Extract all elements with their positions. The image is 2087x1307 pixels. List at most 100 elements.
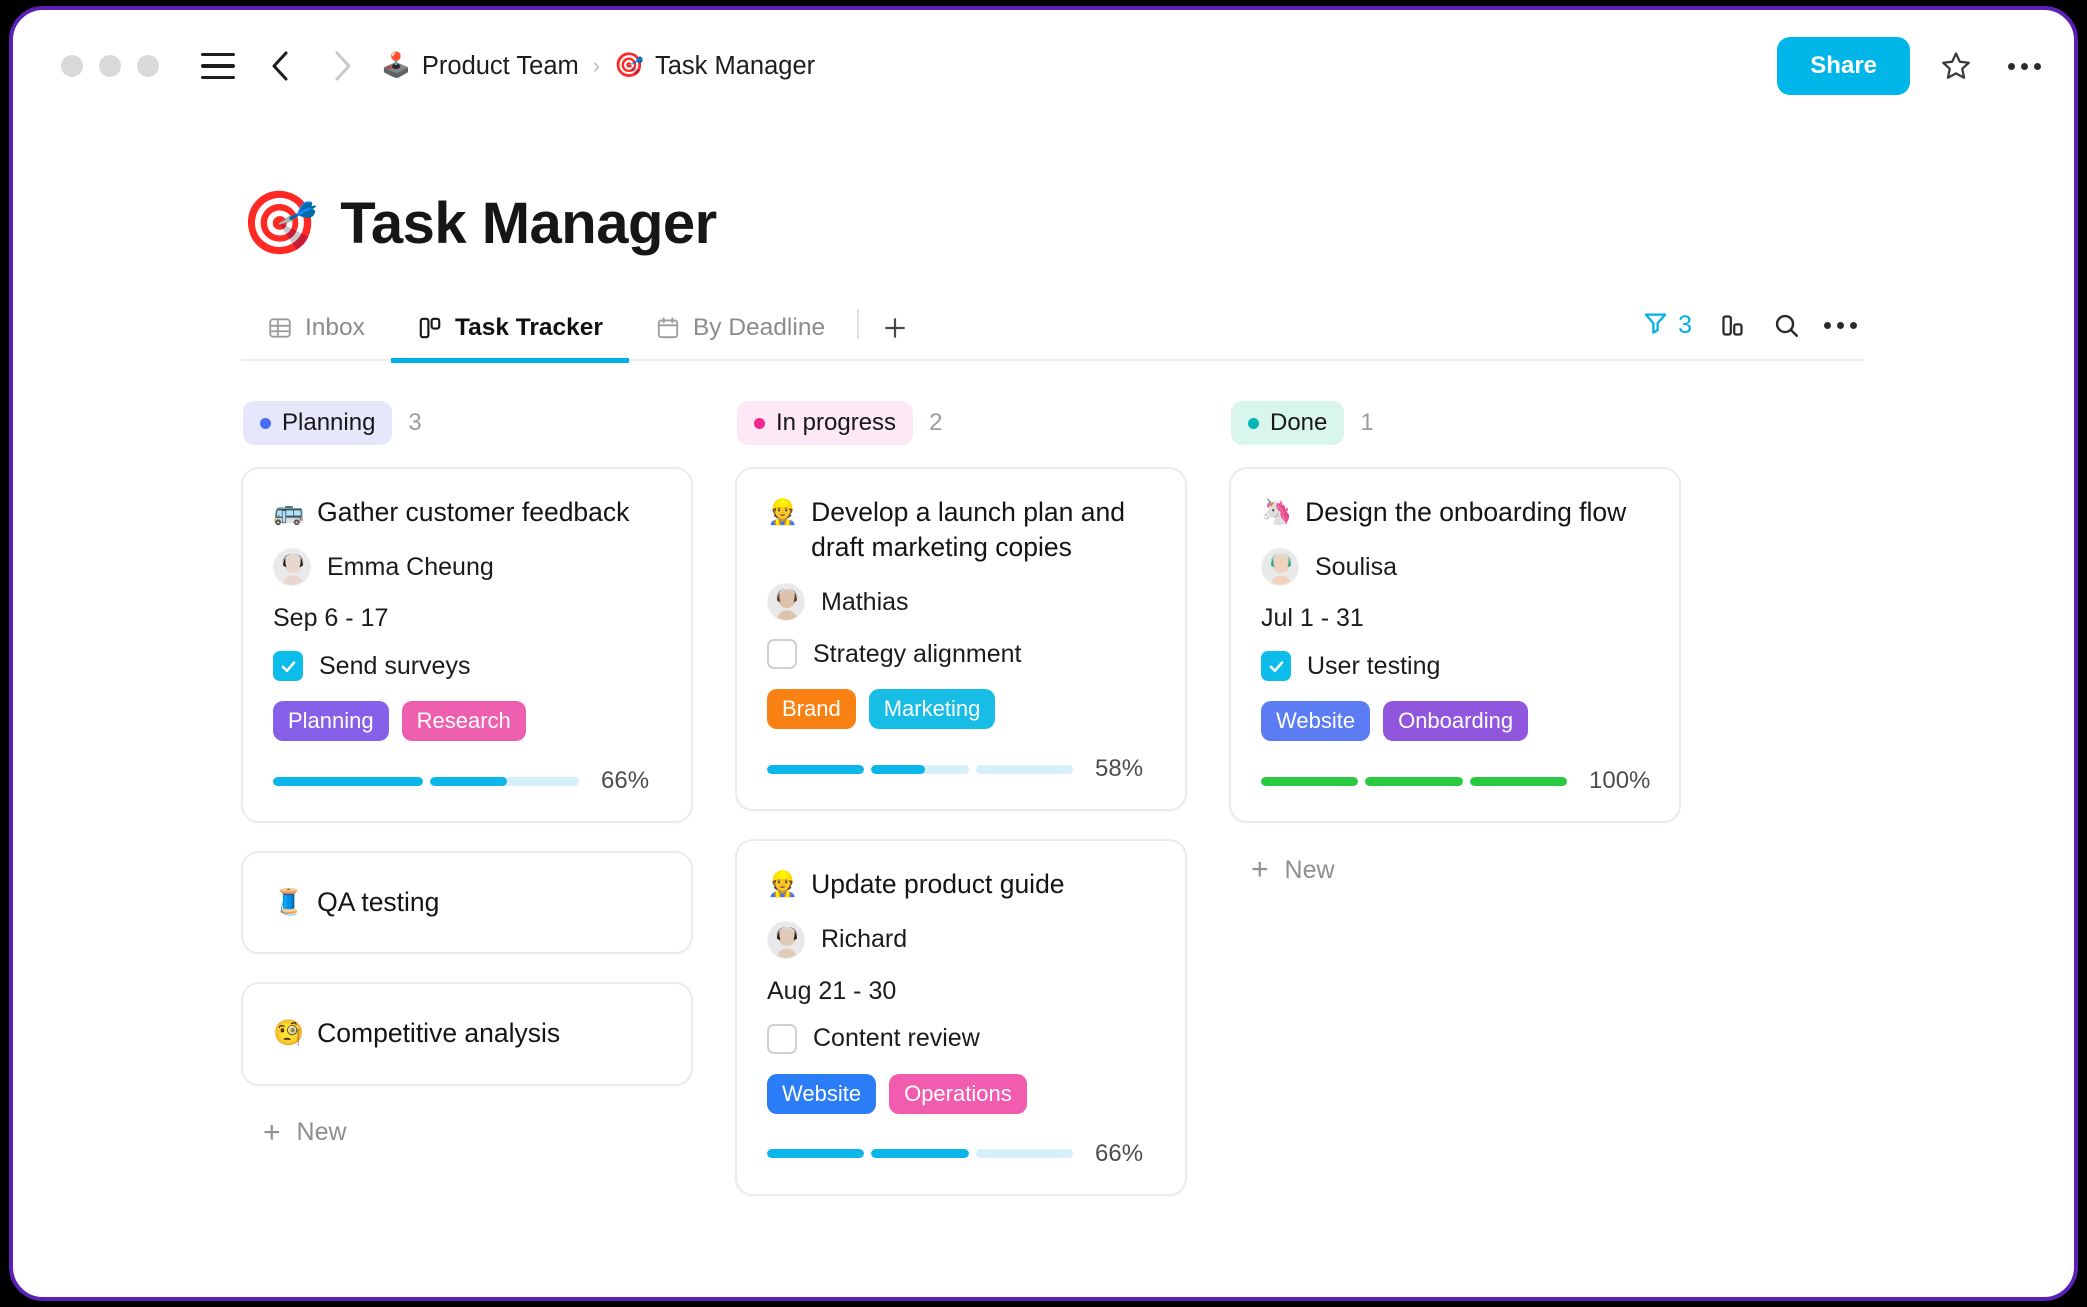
tab-task-tracker[interactable]: Task Tracker bbox=[390, 306, 629, 363]
task-subtask[interactable]: User testing bbox=[1261, 651, 1651, 682]
progress-bar bbox=[273, 776, 579, 786]
breadcrumb-item-task-manager[interactable]: 🎯 Task Manager bbox=[614, 52, 815, 81]
tab-divider bbox=[857, 309, 860, 339]
checkbox-checked-icon[interactable] bbox=[273, 651, 303, 682]
progress-segment bbox=[1469, 776, 1567, 786]
task-emoji-icon: 👷 bbox=[767, 498, 799, 526]
task-card[interactable]: 🧐 Competitive analysis bbox=[241, 982, 693, 1086]
calendar-icon bbox=[655, 315, 681, 341]
tag-operations[interactable]: Operations bbox=[889, 1073, 1027, 1114]
progress-segment bbox=[429, 776, 579, 786]
breadcrumb-separator: › bbox=[592, 53, 601, 78]
task-card[interactable]: 🚌 Gather customer feedback Emma Cheung Sep … bbox=[241, 467, 693, 824]
progress-segment bbox=[767, 764, 865, 774]
column-status-pill[interactable]: In progress bbox=[737, 401, 914, 445]
add-view-button[interactable] bbox=[865, 306, 925, 363]
task-subtask[interactable]: Strategy alignment bbox=[767, 639, 1157, 670]
column-title: In progress bbox=[776, 409, 897, 436]
kanban-column-done: Done 1 🦄 Design the onboarding flow Soulisa J… bbox=[1229, 401, 1681, 893]
tag-marketing[interactable]: Marketing bbox=[868, 689, 996, 730]
chevron-left-icon[interactable] bbox=[263, 49, 297, 83]
assignee-name: Richard bbox=[821, 925, 908, 954]
tab-label: Task Tracker bbox=[454, 313, 603, 341]
progress-bar bbox=[1261, 776, 1567, 786]
more-horizontal-icon[interactable] bbox=[1818, 303, 1862, 347]
checkbox-checked-icon[interactable] bbox=[1261, 651, 1291, 682]
tag-planning[interactable]: Planning bbox=[273, 701, 389, 742]
task-card-title: 🧐 Competitive analysis bbox=[273, 1016, 663, 1051]
task-subtask[interactable]: Send surveys bbox=[273, 651, 663, 682]
view-tab-bar: Inbox Task Tracker By Deadline 3 bbox=[241, 303, 1864, 363]
breadcrumb-item-product-team[interactable]: 🕹️ Product Team bbox=[381, 52, 579, 81]
tab-by-deadline[interactable]: By Deadline bbox=[629, 306, 851, 363]
tag-website[interactable]: Website bbox=[767, 1073, 877, 1114]
column-status-pill[interactable]: Done bbox=[1231, 401, 1345, 445]
target-icon: 🎯 bbox=[614, 52, 644, 79]
search-icon[interactable] bbox=[1764, 303, 1808, 347]
task-subtask[interactable]: Content review bbox=[767, 1023, 1157, 1054]
view-toolbar: 3 bbox=[1634, 303, 1862, 359]
status-dot-icon bbox=[260, 417, 271, 429]
title-bar: 🕹️ Product Team › 🎯 Task Manager Share bbox=[13, 10, 2074, 122]
task-card[interactable]: 👷 Update product guide Richard Aug 21 - 30 C… bbox=[735, 839, 1187, 1196]
subtask-label: Strategy alignment bbox=[813, 639, 1022, 668]
page-content: 🎯 Task Manager Inbox Task Tracker By Dea… bbox=[13, 190, 2074, 1224]
task-date-range[interactable]: Sep 6 - 17 bbox=[273, 604, 663, 633]
hamburger-icon[interactable] bbox=[201, 53, 235, 79]
task-title-text: QA testing bbox=[317, 887, 440, 918]
task-progress: 100% bbox=[1261, 767, 1651, 795]
task-tags: Brand Marketing bbox=[767, 689, 1157, 730]
task-assignee[interactable]: Emma Cheung bbox=[273, 548, 663, 587]
task-title-text: Update product guide bbox=[811, 869, 1065, 900]
task-assignee[interactable]: Mathias bbox=[767, 583, 1157, 622]
app-window: 🕹️ Product Team › 🎯 Task Manager Share 🎯 bbox=[9, 6, 2078, 1301]
more-horizontal-icon[interactable] bbox=[2002, 44, 2046, 88]
view-tabs: Inbox Task Tracker By Deadline bbox=[241, 306, 925, 363]
checkbox-unchecked-icon[interactable] bbox=[767, 1023, 797, 1054]
task-card[interactable]: 🧵 QA testing bbox=[241, 851, 693, 955]
filter-button[interactable]: 3 bbox=[1634, 305, 1700, 345]
kanban-board: Planning 3 🚌 Gather customer feedback Emma C… bbox=[241, 401, 1864, 1224]
tag-brand[interactable]: Brand bbox=[767, 689, 856, 730]
task-emoji-icon: 🦄 bbox=[1261, 498, 1293, 526]
assignee-name: Soulisa bbox=[1315, 552, 1397, 581]
add-new-task-button[interactable]: + New bbox=[1229, 847, 1681, 893]
tab-label: Inbox bbox=[305, 313, 365, 341]
checkbox-unchecked-icon[interactable] bbox=[767, 639, 797, 670]
minimize-window-button[interactable] bbox=[99, 55, 121, 77]
maximize-window-button[interactable] bbox=[137, 55, 159, 77]
task-card[interactable]: 👷 Develop a launch plan and draft marketi… bbox=[735, 467, 1187, 812]
tab-inbox[interactable]: Inbox bbox=[241, 306, 391, 363]
avatar bbox=[273, 548, 311, 587]
task-title-text: Design the onboarding flow bbox=[1305, 497, 1627, 527]
task-progress: 66% bbox=[273, 767, 663, 795]
group-by-icon[interactable] bbox=[1710, 303, 1754, 347]
task-date-range[interactable]: Jul 1 - 31 bbox=[1261, 604, 1651, 633]
progress-segment bbox=[767, 1149, 865, 1159]
tag-research[interactable]: Research bbox=[401, 701, 526, 742]
add-new-task-label: New bbox=[296, 1118, 347, 1147]
tag-onboarding[interactable]: Onboarding bbox=[1383, 701, 1529, 742]
assignee-name: Mathias bbox=[821, 587, 909, 616]
task-assignee[interactable]: Richard bbox=[767, 920, 1157, 959]
target-icon: 🎯 bbox=[241, 188, 319, 258]
plus-icon: + bbox=[263, 1115, 281, 1149]
plus-icon: + bbox=[1251, 853, 1269, 887]
column-title: Done bbox=[1270, 409, 1328, 436]
window-traffic-lights[interactable] bbox=[61, 55, 159, 77]
column-status-pill[interactable]: Planning bbox=[243, 401, 393, 445]
chevron-right-icon[interactable] bbox=[325, 49, 359, 83]
task-date-range[interactable]: Aug 21 - 30 bbox=[767, 977, 1157, 1006]
add-new-task-button[interactable]: + New bbox=[241, 1110, 693, 1156]
task-progress: 58% bbox=[767, 755, 1157, 783]
status-dot-icon bbox=[754, 417, 765, 429]
share-button[interactable]: Share bbox=[1777, 37, 1910, 95]
kanban-column-in-progress: In progress 2 👷 Develop a launch plan and d… bbox=[735, 401, 1187, 1224]
tag-website[interactable]: Website bbox=[1261, 701, 1371, 742]
close-window-button[interactable] bbox=[61, 55, 83, 77]
task-assignee[interactable]: Soulisa bbox=[1261, 548, 1651, 587]
progress-percent: 66% bbox=[1095, 1139, 1144, 1167]
star-icon[interactable] bbox=[1934, 44, 1978, 88]
task-card[interactable]: 🦄 Design the onboarding flow Soulisa Jul 1 … bbox=[1229, 467, 1681, 824]
task-tags: Planning Research bbox=[273, 701, 663, 742]
